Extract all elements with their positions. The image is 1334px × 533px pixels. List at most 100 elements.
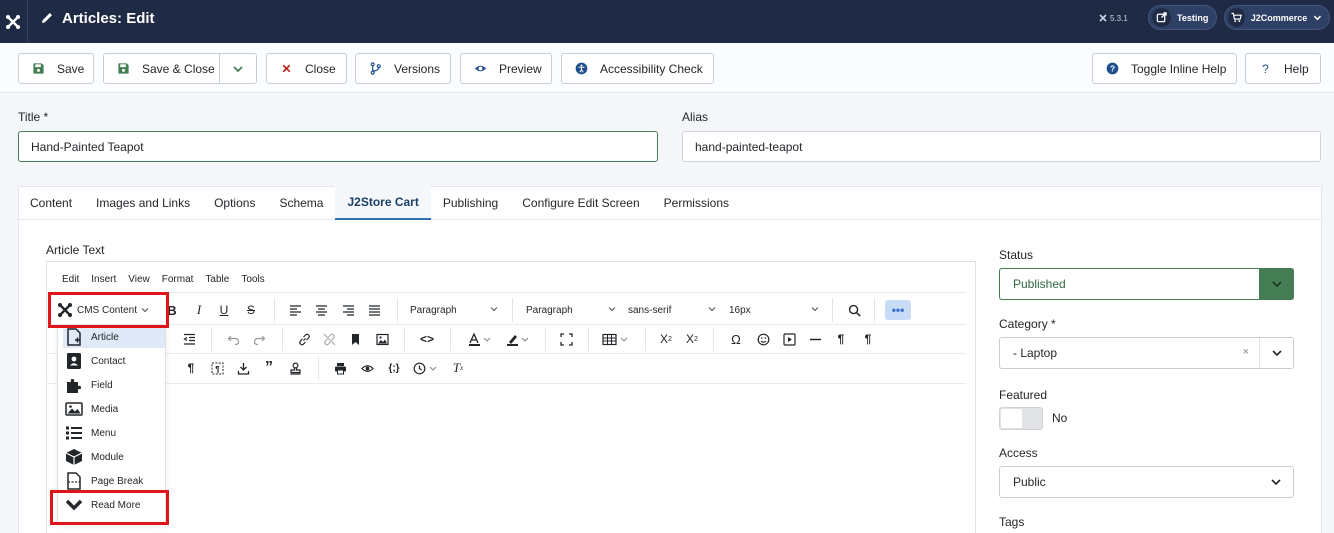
tab-j2store-cart[interactable]: J2Store Cart	[335, 186, 431, 220]
help-label: Help	[1284, 61, 1309, 76]
font-size-select[interactable]: 16px	[729, 299, 823, 321]
menu-insert[interactable]: Insert	[91, 274, 116, 285]
table-icon[interactable]	[600, 330, 632, 348]
outdent-icon[interactable]	[180, 330, 198, 348]
code-icon[interactable]: <>	[417, 330, 437, 348]
menu-tools[interactable]: Tools	[241, 274, 264, 285]
blockquote-icon[interactable]: ”	[260, 359, 278, 377]
save-label: Save	[57, 61, 85, 76]
status-select[interactable]: Published	[999, 268, 1294, 300]
save-close-button[interactable]: Save & Close	[103, 53, 220, 84]
external-link-icon	[1152, 8, 1171, 27]
bookmark-icon[interactable]	[346, 330, 364, 348]
save-options-dropdown[interactable]	[219, 53, 257, 84]
ltr-direction-icon[interactable]: ¶	[832, 330, 850, 348]
fullscreen-icon[interactable]	[557, 330, 575, 348]
subscript-icon[interactable]: X2	[657, 330, 675, 348]
save-button[interactable]: Save	[18, 53, 94, 84]
category-label: Category *	[999, 317, 1056, 331]
tab-configure-edit-screen[interactable]: Configure Edit Screen	[510, 186, 651, 220]
close-button[interactable]: Close	[266, 53, 347, 84]
dropdown-item-media[interactable]: Media	[63, 398, 165, 420]
editor-menubar: Edit Insert View Format Table Tools	[46, 268, 265, 290]
stamp-icon[interactable]	[286, 359, 304, 377]
menu-edit[interactable]: Edit	[62, 274, 79, 285]
emoji-icon[interactable]	[754, 330, 772, 348]
toolbar-separator	[832, 298, 833, 322]
tab-content[interactable]: Content	[18, 186, 84, 220]
align-left-icon[interactable]	[286, 300, 304, 320]
dropdown-item-page-break[interactable]: Page Break	[63, 470, 165, 492]
floppy-disk-icon	[116, 62, 130, 76]
access-value: Public	[1013, 475, 1046, 489]
rtl-direction-icon[interactable]: ¶	[859, 330, 877, 348]
page-break-icon	[64, 472, 84, 490]
site-link-pill[interactable]: Testing	[1148, 5, 1217, 30]
category-select[interactable]: - Laptop ×	[999, 337, 1294, 369]
preview-button[interactable]: Preview	[460, 53, 552, 84]
text-color-icon[interactable]	[463, 330, 497, 348]
special-character-icon[interactable]: Ω	[727, 330, 745, 348]
insert-datetime-icon[interactable]	[409, 359, 443, 377]
block-format-select[interactable]: Paragraph	[410, 299, 502, 321]
dropdown-item-contact[interactable]: Contact	[63, 350, 165, 372]
align-justify-icon[interactable]	[365, 300, 383, 320]
clear-formatting-icon[interactable]: Tx	[449, 359, 467, 377]
preview-eye-icon[interactable]	[357, 359, 377, 377]
tab-permissions[interactable]: Permissions	[652, 186, 741, 220]
toolbar-separator	[318, 356, 319, 380]
help-button[interactable]: ? Help	[1245, 53, 1321, 84]
tab-options[interactable]: Options	[202, 186, 267, 220]
visual-blocks-icon[interactable]: ¶	[208, 359, 226, 377]
dropdown-item-menu[interactable]: Menu	[63, 422, 165, 444]
versions-button[interactable]: Versions	[355, 53, 451, 84]
menu-format[interactable]: Format	[162, 274, 194, 285]
access-select[interactable]: Public	[999, 466, 1294, 498]
image-icon[interactable]	[373, 330, 391, 348]
more-options-button[interactable]: •••	[885, 300, 911, 320]
dropdown-item-module[interactable]: Module	[63, 446, 165, 468]
clear-icon[interactable]: ×	[1243, 346, 1249, 358]
tab-publishing[interactable]: Publishing	[431, 186, 510, 220]
align-center-icon[interactable]	[312, 300, 330, 320]
featured-toggle[interactable]	[999, 407, 1043, 430]
horizontal-rule-icon[interactable]	[806, 330, 824, 348]
template-icon[interactable]: {;}	[384, 359, 404, 377]
tab-schema[interactable]: Schema	[267, 186, 335, 220]
strikethrough-icon[interactable]: S	[243, 300, 259, 320]
unlink-icon[interactable]	[320, 330, 338, 348]
toggle-inline-help-button[interactable]: ? Toggle Inline Help	[1092, 53, 1237, 84]
media-embed-icon[interactable]	[780, 330, 798, 348]
accessibility-check-button[interactable]: Accessibility Check	[561, 53, 714, 84]
menu-view[interactable]: View	[128, 274, 150, 285]
highlight-color-icon[interactable]	[501, 330, 535, 348]
link-icon[interactable]	[295, 330, 313, 348]
page-title-text: Articles: Edit	[62, 9, 155, 27]
superscript-icon[interactable]: X2	[683, 330, 701, 348]
font-family-select[interactable]: sans-serif	[628, 299, 720, 321]
font-family-value: sans-serif	[628, 304, 672, 316]
joomla-small-icon	[1099, 14, 1107, 22]
undo-icon[interactable]	[224, 330, 242, 348]
tab-images-and-links[interactable]: Images and Links	[84, 186, 202, 220]
dropdown-item-field[interactable]: Field	[63, 374, 165, 396]
pencil-icon	[42, 13, 52, 23]
search-icon[interactable]	[845, 300, 863, 320]
joomla-logo-icon[interactable]	[0, 0, 26, 43]
menu-table[interactable]: Table	[205, 274, 229, 285]
paragraph-icon[interactable]: ¶	[182, 359, 200, 377]
list-icon	[64, 424, 84, 442]
print-icon[interactable]	[331, 359, 349, 377]
insert-icon[interactable]	[234, 359, 252, 377]
italic-icon[interactable]: I	[191, 300, 207, 320]
redo-icon[interactable]	[250, 330, 268, 348]
dropdown-item-article[interactable]: Article	[63, 326, 165, 348]
align-right-icon[interactable]	[339, 300, 357, 320]
underline-icon[interactable]: U	[216, 300, 232, 320]
title-input[interactable]: Hand-Painted Teapot	[18, 131, 658, 162]
user-menu-pill[interactable]: J2Commerce	[1224, 5, 1330, 30]
style-format-select[interactable]: Paragraph	[526, 299, 620, 321]
category-value: - Laptop	[1013, 346, 1058, 360]
chevron-down-icon	[608, 307, 616, 312]
alias-input[interactable]: hand-painted-teapot	[682, 131, 1321, 162]
